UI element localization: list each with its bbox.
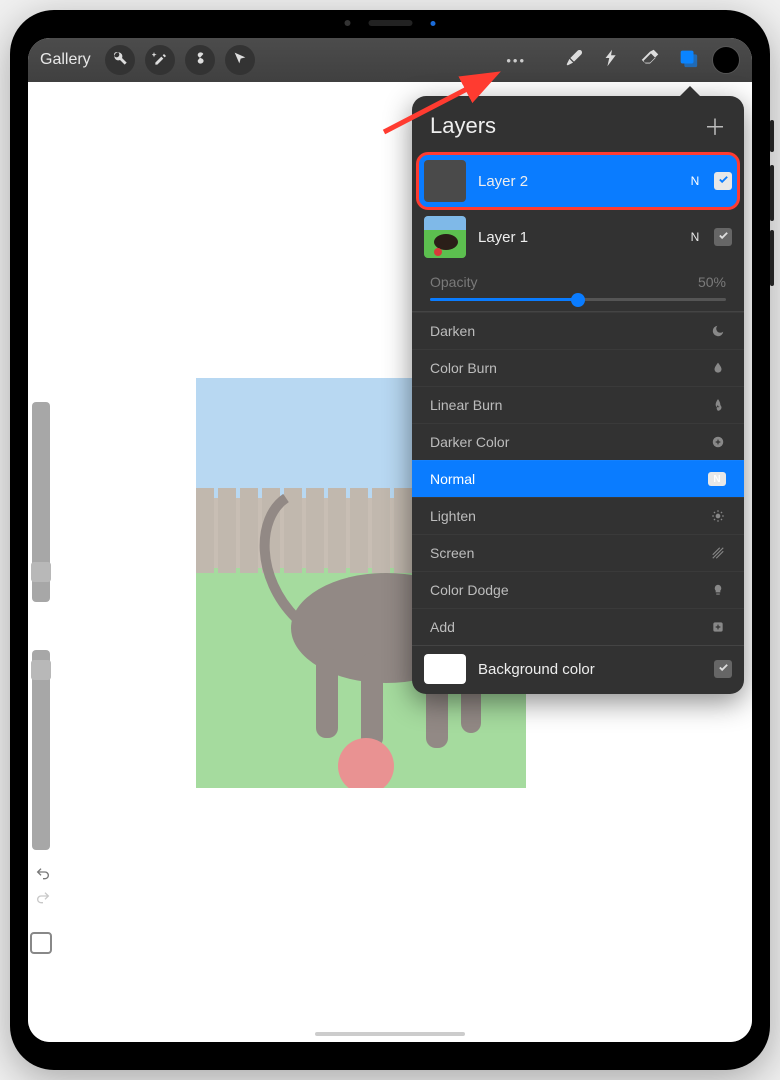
flame-icon — [710, 397, 726, 413]
moon-icon — [710, 323, 726, 339]
layer-row-layer-1[interactable]: Layer 1 N — [412, 210, 744, 264]
layers-panel-title: Layers — [430, 113, 496, 139]
check-icon — [718, 660, 729, 678]
background-visibility-checkbox[interactable] — [714, 660, 732, 678]
blend-mode-list: Darken Color Burn Linear Burn Darker Col… — [412, 311, 744, 645]
opacity-value: 50% — [698, 274, 726, 290]
brush-opacity-slider[interactable] — [32, 650, 50, 850]
eraser-icon — [639, 47, 661, 74]
layer-visibility-checkbox[interactable] — [714, 228, 732, 246]
blend-mode-lighten[interactable]: Lighten — [412, 497, 744, 534]
more-menu-button[interactable]: ••• — [506, 53, 526, 68]
ipad-device-frame: Gallery ••• — [10, 10, 770, 1070]
blend-mode-label: Darker Color — [430, 434, 509, 450]
bulb-icon — [710, 582, 726, 598]
layer-visibility-checkbox[interactable] — [714, 172, 732, 190]
redo-button[interactable] — [32, 888, 54, 912]
blend-mode-label: Darken — [430, 323, 475, 339]
actions-wrench-button[interactable] — [105, 45, 135, 75]
undo-icon — [35, 866, 51, 887]
stripes-icon — [710, 545, 726, 561]
check-icon — [718, 172, 729, 190]
undo-button[interactable] — [32, 864, 54, 888]
layer-name-label: Layer 2 — [478, 173, 676, 190]
smudge-tool-button[interactable] — [598, 46, 626, 74]
layers-panel: Layers ＋ Layer 2 N Layer 1 N — [412, 96, 744, 694]
layers-icon — [677, 47, 699, 74]
modify-tool-button[interactable] — [30, 932, 52, 954]
gallery-button[interactable]: Gallery — [40, 51, 91, 69]
brush-size-slider[interactable] — [32, 402, 50, 602]
layer-blend-badge[interactable]: N — [688, 174, 702, 188]
layer-blend-badge[interactable]: N — [688, 230, 702, 244]
blend-mode-linear-burn[interactable]: Linear Burn — [412, 386, 744, 423]
background-color-swatch[interactable] — [424, 654, 466, 684]
layer-row-layer-2[interactable]: Layer 2 N — [418, 154, 738, 208]
blend-mode-label: Add — [430, 619, 455, 635]
side-button-volume-up — [770, 165, 774, 221]
layer-thumbnail — [424, 216, 466, 258]
blend-mode-screen[interactable]: Screen — [412, 534, 744, 571]
background-color-row[interactable]: Background color — [412, 645, 744, 694]
home-indicator[interactable] — [315, 1032, 465, 1036]
layers-tool-button[interactable] — [674, 46, 702, 74]
layer-name-label: Layer 1 — [478, 229, 676, 246]
screen: Gallery ••• — [28, 38, 752, 1042]
normal-badge-icon: N — [708, 472, 726, 486]
blend-mode-normal[interactable]: Normal N — [412, 460, 744, 497]
blend-mode-color-dodge[interactable]: Color Dodge — [412, 571, 744, 608]
selection-button[interactable] — [185, 45, 215, 75]
wrench-icon — [112, 50, 128, 71]
eraser-tool-button[interactable] — [636, 46, 664, 74]
cursor-icon — [232, 50, 248, 71]
opacity-slider-thumb[interactable] — [571, 293, 585, 307]
background-color-label: Background color — [478, 661, 702, 678]
blend-mode-label: Color Dodge — [430, 582, 509, 598]
opacity-slider[interactable] — [430, 298, 726, 301]
drop-icon — [710, 360, 726, 376]
smudge-icon — [601, 47, 623, 74]
brush-tool-button[interactable] — [560, 46, 588, 74]
circle-plus-icon — [710, 434, 726, 450]
side-button-volume-down — [770, 230, 774, 286]
brush-opacity-thumb[interactable] — [31, 660, 51, 680]
device-notch — [345, 20, 436, 26]
selection-s-icon — [192, 50, 208, 71]
blend-mode-color-burn[interactable]: Color Burn — [412, 349, 744, 386]
transform-cursor-button[interactable] — [225, 45, 255, 75]
blend-mode-label: Linear Burn — [430, 397, 502, 413]
blend-mode-label: Normal — [430, 471, 475, 487]
undo-redo-group — [32, 864, 54, 912]
wand-icon — [152, 50, 168, 71]
side-sliders — [28, 402, 52, 850]
square-plus-icon — [710, 619, 726, 635]
check-icon — [718, 228, 729, 246]
add-layer-button[interactable]: ＋ — [704, 110, 726, 142]
top-toolbar: Gallery ••• — [28, 38, 752, 82]
blend-mode-add[interactable]: Add — [412, 608, 744, 645]
brush-size-thumb[interactable] — [31, 562, 51, 582]
brush-icon — [563, 47, 585, 74]
blend-mode-label: Lighten — [430, 508, 476, 524]
adjustments-wand-button[interactable] — [145, 45, 175, 75]
blend-mode-label: Screen — [430, 545, 474, 561]
blend-mode-label: Color Burn — [430, 360, 497, 376]
blend-mode-darker-color[interactable]: Darker Color — [412, 423, 744, 460]
opacity-label: Opacity — [430, 274, 688, 290]
plus-icon: ＋ — [704, 115, 726, 140]
layer-thumbnail — [424, 160, 466, 202]
blend-mode-darken[interactable]: Darken — [412, 312, 744, 349]
side-button-power — [770, 120, 774, 152]
sun-icon — [710, 508, 726, 524]
redo-icon — [35, 890, 51, 911]
color-well[interactable] — [712, 46, 740, 74]
